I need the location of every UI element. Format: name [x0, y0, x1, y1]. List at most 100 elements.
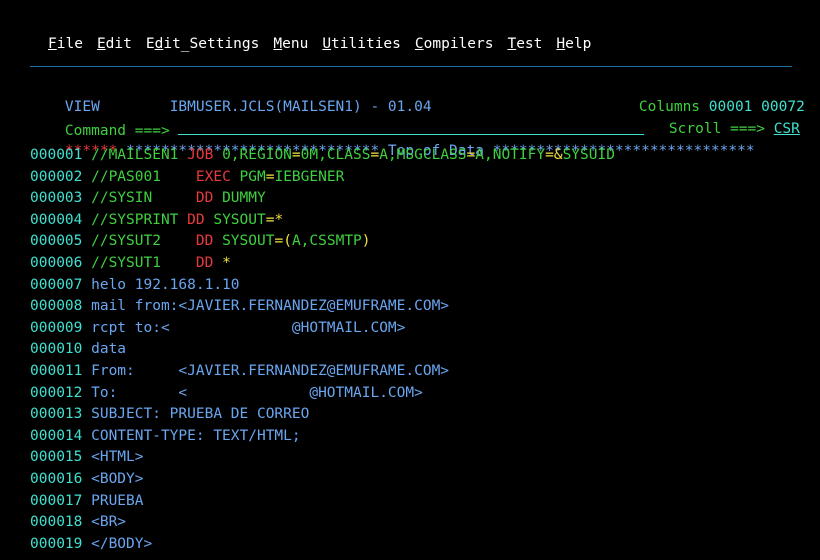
- source-line[interactable]: 000002 //PAS001 EXEC PGM=IEBGENER: [30, 168, 344, 186]
- line-text: A,MSGCLASS: [379, 147, 467, 163]
- line-text: 0M,CLASS: [300, 147, 371, 163]
- columns-indicator: Columns 00001 00072: [604, 80, 805, 115]
- menu-item-utilities[interactable]: Utilities: [322, 36, 401, 52]
- menu-item-text: enu: [282, 36, 309, 52]
- command-line: Command ===>: [30, 102, 645, 139]
- source-line[interactable]: 000008 mail from:<JAVIER.FERNANDEZ@EMUFR…: [30, 297, 449, 315]
- line-number[interactable]: 000002: [30, 169, 91, 185]
- line-text: DD: [195, 255, 223, 271]
- line-text: mail from:<JAVIER.FERNANDEZ@EMUFRAME.COM…: [91, 298, 450, 315]
- menu-item-file[interactable]: File: [48, 36, 83, 52]
- menu-item-edit-settings[interactable]: Edit_Settings: [146, 36, 260, 52]
- line-number[interactable]: 000007: [30, 277, 91, 293]
- line-number[interactable]: 000001: [30, 147, 91, 163]
- line-text: helo 192.168.1.10: [91, 276, 240, 293]
- menu-item-text: E: [145, 36, 155, 52]
- source-line[interactable]: 000010 data: [30, 340, 126, 358]
- line-text: ): [361, 233, 371, 250]
- source-line[interactable]: 000005 //SYSUT2 DD SYSOUT=(A,CSSMTP): [30, 232, 371, 250]
- line-number[interactable]: 000015: [30, 449, 91, 465]
- line-text: <BR>: [91, 514, 127, 531]
- menu-item-help[interactable]: Help: [556, 36, 591, 52]
- source-line[interactable]: 000013 SUBJECT: PRUEBA DE CORREO: [30, 405, 309, 423]
- source-line[interactable]: 000011 From: <JAVIER.FERNANDEZ@EMUFRAME.…: [30, 362, 449, 380]
- line-text: //SYSIN: [91, 190, 196, 207]
- menu-bar: File Edit Edit_Settings Menu Utilities Compil…: [48, 35, 605, 53]
- line-number[interactable]: 000012: [30, 385, 91, 401]
- scroll-area: Scroll ===> CSR: [634, 102, 800, 137]
- line-number[interactable]: 000006: [30, 255, 91, 271]
- source-line[interactable]: 000007 helo 192.168.1.10: [30, 276, 240, 294]
- line-text: DUMMY: [222, 190, 266, 207]
- menu-item-edit[interactable]: Edit: [97, 36, 132, 52]
- line-number[interactable]: 000009: [30, 320, 91, 336]
- line-number[interactable]: 000004: [30, 212, 91, 228]
- menu-item-compilers[interactable]: Compilers: [415, 36, 494, 52]
- line-text: PGM: [239, 168, 266, 185]
- source-line[interactable]: 000019 </BODY>: [30, 535, 152, 553]
- menu-separator: [30, 66, 792, 67]
- source-line[interactable]: 000003 //SYSIN DD DUMMY: [30, 189, 266, 207]
- source-line[interactable]: 000004 //SYSPRINT DD SYSOUT=*: [30, 211, 283, 229]
- line-text: SYSOUT: [213, 211, 266, 228]
- line-number[interactable]: 000010: [30, 341, 91, 357]
- source-line[interactable]: 000015 <HTML>: [30, 448, 144, 466]
- line-text: From: <JAVIER.FERNANDEZ@EMUFRAME.COM>: [91, 363, 450, 379]
- menu-item-test[interactable]: Test: [507, 36, 542, 52]
- line-text: data: [91, 341, 127, 358]
- line-number[interactable]: 000017: [30, 493, 91, 509]
- menu-mnemonic: F: [48, 36, 57, 52]
- line-text: PRUEBA: [91, 492, 144, 509]
- line-text: A,NOTIFY: [475, 147, 546, 163]
- line-text: 0,REGION: [222, 147, 292, 163]
- line-number[interactable]: 000005: [30, 233, 91, 249]
- top-of-data-line: ****** ***************************** Top…: [30, 124, 755, 159]
- source-line[interactable]: 000012 To: < @HOTMAIL.COM>: [30, 384, 423, 402]
- source-line[interactable]: 000001 //MAILSEN1 JOB 0,REGION=0M,CLASS=…: [30, 146, 615, 164]
- line-number[interactable]: 000003: [30, 190, 91, 206]
- line-text: //SYSUT1: [91, 255, 196, 271]
- source-line[interactable]: 000014 CONTENT-TYPE: TEXT/HTML;: [30, 427, 301, 445]
- menu-mnemonic: U: [322, 36, 332, 52]
- line-text: rcpt to:< @HOTMAIL.COM>: [91, 319, 406, 336]
- source-line[interactable]: 000016 <BODY>: [30, 470, 144, 488]
- line-number[interactable]: 000013: [30, 406, 91, 422]
- line-text: SYSOUT: [222, 233, 275, 250]
- line-number[interactable]: 000014: [30, 428, 91, 444]
- line-text: DD: [187, 211, 214, 228]
- line-text: *: [222, 255, 231, 271]
- line-text: =*: [265, 211, 284, 228]
- menu-item-text: est: [516, 36, 543, 52]
- line-number[interactable]: 000018: [30, 514, 91, 530]
- line-text: =: [291, 147, 301, 163]
- scroll-amount-input[interactable]: CSR: [774, 121, 800, 137]
- line-text: CONTENT-TYPE: TEXT/HTML;: [91, 427, 301, 444]
- line-text: DD: [195, 233, 223, 250]
- line-text: A,CSSMTP: [291, 233, 362, 250]
- menu-item-menu[interactable]: Menu: [273, 36, 308, 52]
- line-text: //SYSUT2: [91, 233, 196, 250]
- menu-mnemonic: T: [507, 36, 517, 52]
- line-text: =: [466, 147, 476, 163]
- source-line[interactable]: 000009 rcpt to:< @HOTMAIL.COM>: [30, 319, 405, 337]
- line-text: DD: [195, 190, 223, 207]
- line-number[interactable]: 000011: [30, 363, 91, 379]
- line-text: =: [370, 147, 380, 163]
- line-text: //MAILSEN1: [91, 147, 188, 163]
- source-line[interactable]: 000018 <BR>: [30, 513, 126, 531]
- line-text: =(: [274, 233, 292, 250]
- source-line[interactable]: 000017 PRUEBA: [30, 492, 144, 510]
- menu-item-text: dit: [105, 36, 132, 52]
- ispf-screen: File Edit Edit_Settings Menu Utilities Compil…: [0, 0, 820, 560]
- line-number[interactable]: 000019: [30, 536, 91, 552]
- source-line[interactable]: 000006 //SYSUT1 DD *: [30, 254, 231, 272]
- menu-item-text: tilities: [331, 36, 401, 52]
- menu-item-text: ile: [56, 36, 83, 52]
- line-number[interactable]: 000016: [30, 471, 91, 487]
- line-text: &: [553, 147, 563, 163]
- line-number[interactable]: 000008: [30, 298, 91, 314]
- menu-mnemonic: M: [273, 36, 283, 52]
- line-text: IEBGENER: [274, 168, 345, 185]
- menu-mnemonic: H: [556, 36, 566, 52]
- line-text: //PAS001: [91, 168, 196, 185]
